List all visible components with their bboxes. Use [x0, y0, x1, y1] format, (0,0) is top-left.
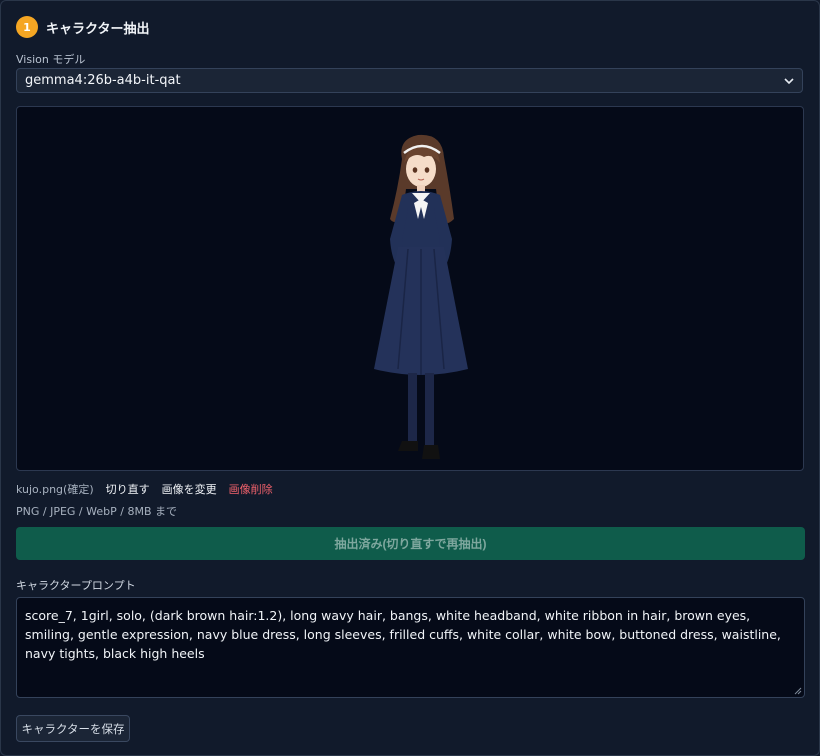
delete-image-link[interactable]: 画像削除	[229, 481, 273, 497]
vision-model-selected-value: gemma4:26b-a4b-it-qat	[25, 73, 181, 88]
resize-handle-icon[interactable]	[794, 687, 802, 695]
recrop-link[interactable]: 切り直す	[106, 481, 150, 497]
character-prompt-label: キャラクタープロンプト	[16, 579, 136, 592]
section-header: 1 キャラクター抽出	[16, 16, 149, 38]
character-prompt-textarea[interactable]: score_7, 1girl, solo, (dark brown hair:1…	[16, 597, 805, 698]
change-image-link[interactable]: 画像を変更	[162, 481, 217, 497]
character-prompt-text: score_7, 1girl, solo, (dark brown hair:1…	[25, 608, 781, 661]
image-preview[interactable]	[16, 106, 804, 471]
save-character-button[interactable]: キャラクターを保存	[16, 715, 130, 742]
extract-button[interactable]: 抽出済み(切り直すで再抽出)	[16, 527, 805, 560]
vision-model-select[interactable]: gemma4:26b-a4b-it-qat	[16, 68, 803, 93]
vision-model-label: Vision モデル	[16, 53, 86, 66]
section-title: キャラクター抽出	[46, 21, 150, 37]
image-file-name: kujo.png(確定)	[16, 483, 94, 496]
character-extraction-panel: 1 キャラクター抽出 Vision モデル gemma4:26b-a4b-it-…	[0, 0, 820, 756]
step-number-badge: 1	[16, 16, 38, 38]
chevron-down-icon	[784, 74, 794, 88]
character-image	[374, 134, 468, 459]
file-format-hint: PNG / JPEG / WebP / 8MB まで	[16, 505, 177, 518]
image-actions-row: kujo.png(確定) 切り直す 画像を変更 画像削除	[16, 481, 273, 497]
